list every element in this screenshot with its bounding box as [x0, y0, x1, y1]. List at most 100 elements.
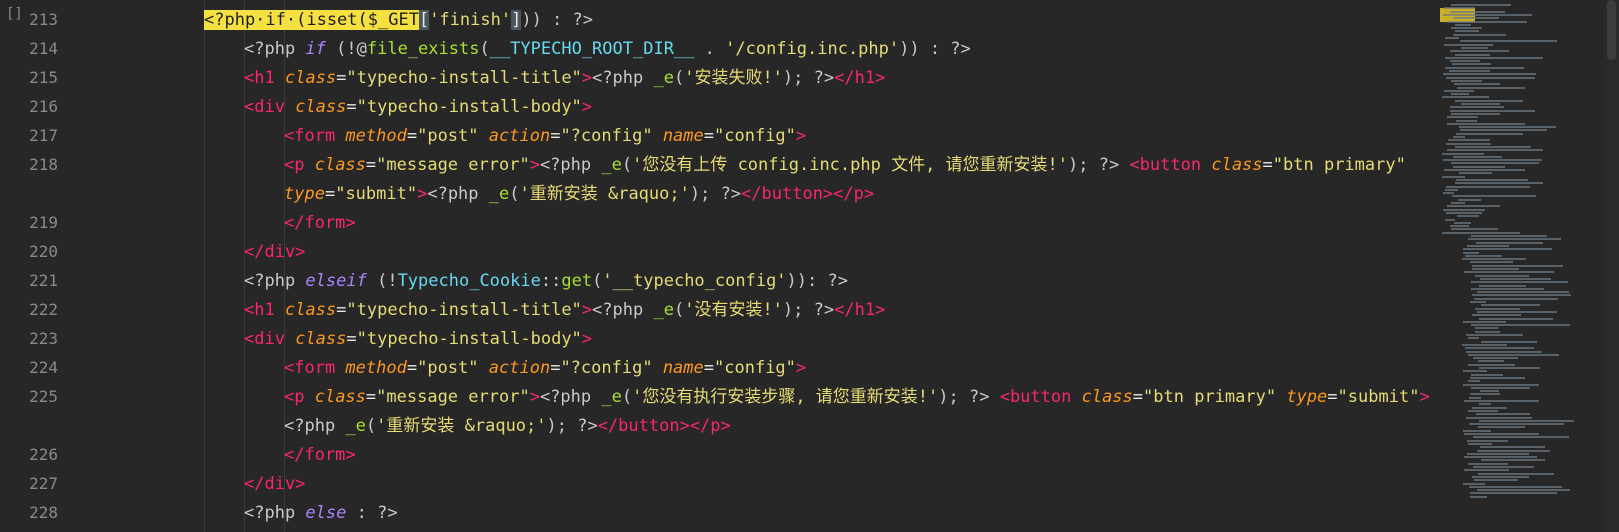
- code-line[interactable]: <form method="post" action="?config" nam…: [284, 353, 806, 383]
- line-number: 220: [29, 242, 58, 261]
- code-token: "submit": [335, 184, 418, 204]
- minimap-line: [1446, 76, 1535, 79]
- code-line[interactable]: <?php else : ?>: [244, 498, 398, 528]
- code-line[interactable]: <?php elseif (!Typecho_Cookie::get('__ty…: [244, 266, 848, 296]
- minimap-line: [1447, 122, 1525, 125]
- minimap-line: [1470, 376, 1525, 379]
- code-token: '安装失败!': [684, 68, 783, 88]
- minimap-line: [1453, 155, 1502, 158]
- minimap-line: [1459, 126, 1556, 129]
- code-token: _e: [653, 68, 674, 88]
- minimap[interactable]: [1432, 0, 1619, 532]
- minimap-line: [1469, 396, 1481, 399]
- minimap-line: [1447, 149, 1543, 152]
- code-token: class: [1081, 387, 1133, 407]
- code-token: )) : ?>: [521, 10, 593, 30]
- code-line[interactable]: <?php·if·(isset($_GET['finish'])) : ?>: [204, 5, 593, 35]
- code-token: <?php: [539, 387, 602, 407]
- minimap-line: [1471, 373, 1503, 376]
- minimap-line: [1468, 409, 1498, 412]
- code-token: =: [365, 155, 377, 175]
- minimap-line: [1453, 136, 1465, 138]
- code-token: __TYPECHO_ROOT_DIR__: [489, 39, 695, 59]
- minimap-line: [1467, 452, 1529, 455]
- minimap-line: [1465, 254, 1502, 257]
- minimap-line: [1446, 211, 1482, 214]
- code-line[interactable]: <p class="message error"><?php _e('您没有执行…: [284, 382, 1430, 412]
- code-token: >: [1419, 387, 1430, 407]
- code-token: class: [295, 329, 347, 349]
- minimap-line: [1453, 33, 1506, 36]
- code-line[interactable]: </form>: [284, 208, 356, 238]
- vertical-scrollbar[interactable]: [1604, 0, 1619, 532]
- code-token: class: [314, 387, 366, 407]
- minimap-line: [1464, 469, 1509, 472]
- code-token: ::: [540, 271, 562, 291]
- code-token: >: [529, 155, 540, 175]
- code-token: =: [336, 68, 347, 88]
- code-token: <?php: [592, 300, 654, 320]
- line-number: 223: [29, 329, 58, 348]
- minimap-line: [1463, 320, 1506, 323]
- scrollbar-thumb[interactable]: [1607, 0, 1616, 60]
- code-line[interactable]: <h1 class="typecho-install-title"><?php …: [244, 63, 885, 93]
- line-number: 226: [29, 445, 58, 464]
- code-token: ); ?>: [546, 416, 598, 436]
- minimap-line: [1480, 277, 1551, 280]
- minimap-line: [1468, 353, 1559, 356]
- code-token: =: [336, 300, 347, 320]
- code-line[interactable]: <p class="message error"><?php _e('您没有上传…: [284, 150, 1406, 180]
- code-area[interactable]: <?php·if·(isset($_GET['finish'])) : ?> <?…: [88, 0, 1483, 532]
- code-token: method: [345, 126, 407, 146]
- code-line[interactable]: <h1 class="typecho-install-title"><?php …: [244, 295, 885, 325]
- code-line[interactable]: </form>: [284, 440, 356, 470]
- code-token: (: [365, 416, 377, 436]
- minimap-line: [1481, 459, 1545, 462]
- code-token: <?php: [592, 68, 654, 88]
- code-token: "typecho-install-body": [356, 97, 582, 117]
- code-token: )) : ?>: [899, 39, 971, 59]
- code-token: >: [581, 300, 593, 320]
- minimap-line: [1442, 175, 1465, 178]
- minimap-line: [1472, 268, 1519, 270]
- code-line[interactable]: <form method="post" action="?config" nam…: [284, 121, 806, 151]
- minimap-line: [1460, 40, 1557, 43]
- minimap-line: [1477, 310, 1557, 313]
- code-token: >: [795, 358, 807, 378]
- minimap-line: [1449, 70, 1490, 72]
- minimap-line: [1471, 287, 1544, 290]
- minimap-line: [1443, 192, 1454, 195]
- code-token: [: [418, 10, 430, 30]
- code-line[interactable]: <?php _e('重新安装 &raquo;'); ?></button></p…: [284, 411, 731, 441]
- minimap-line: [1468, 337, 1479, 340]
- minimap-line: [1464, 433, 1539, 435]
- code-token: method: [345, 358, 407, 378]
- code-line[interactable]: </div>: [244, 237, 305, 267]
- code-token: <h1: [244, 68, 285, 88]
- line-number: 222: [29, 300, 58, 319]
- code-line[interactable]: <div class="typecho-install-body">: [244, 92, 592, 122]
- code-token: <div: [244, 97, 296, 117]
- minimap-line: [1478, 472, 1554, 475]
- minimap-line: [1474, 479, 1518, 482]
- code-line[interactable]: <div class="typecho-install-body">: [244, 324, 592, 354]
- code-line[interactable]: type="submit"><?php _e('重新安装 &raquo;'); …: [284, 179, 874, 209]
- minimap-line: [1446, 142, 1491, 145]
- code-line[interactable]: <?php if (!@file_exists(__TYPECHO_ROOT_D…: [244, 34, 971, 64]
- code-editor[interactable]: [] 213 214 215 216 217 218 219 220 221 222 223 224 2…: [0, 0, 1619, 532]
- minimap-line: [1443, 208, 1485, 211]
- code-token: )): ?>: [786, 271, 848, 291]
- code-token: _e: [488, 184, 510, 204]
- code-token: =: [703, 358, 715, 378]
- minimap-line: [1465, 347, 1534, 350]
- minimap-line: [1464, 400, 1539, 402]
- minimap-line: [1472, 314, 1521, 317]
- code-token: "btn primary": [1272, 155, 1406, 175]
- code-line[interactable]: </div>: [244, 469, 305, 499]
- code-token: ); ?>: [1068, 155, 1130, 175]
- code-token: </div>: [244, 474, 306, 494]
- code-token: <?php: [244, 271, 306, 291]
- minimap-line: [1457, 215, 1479, 218]
- minimap-line: [1463, 251, 1479, 254]
